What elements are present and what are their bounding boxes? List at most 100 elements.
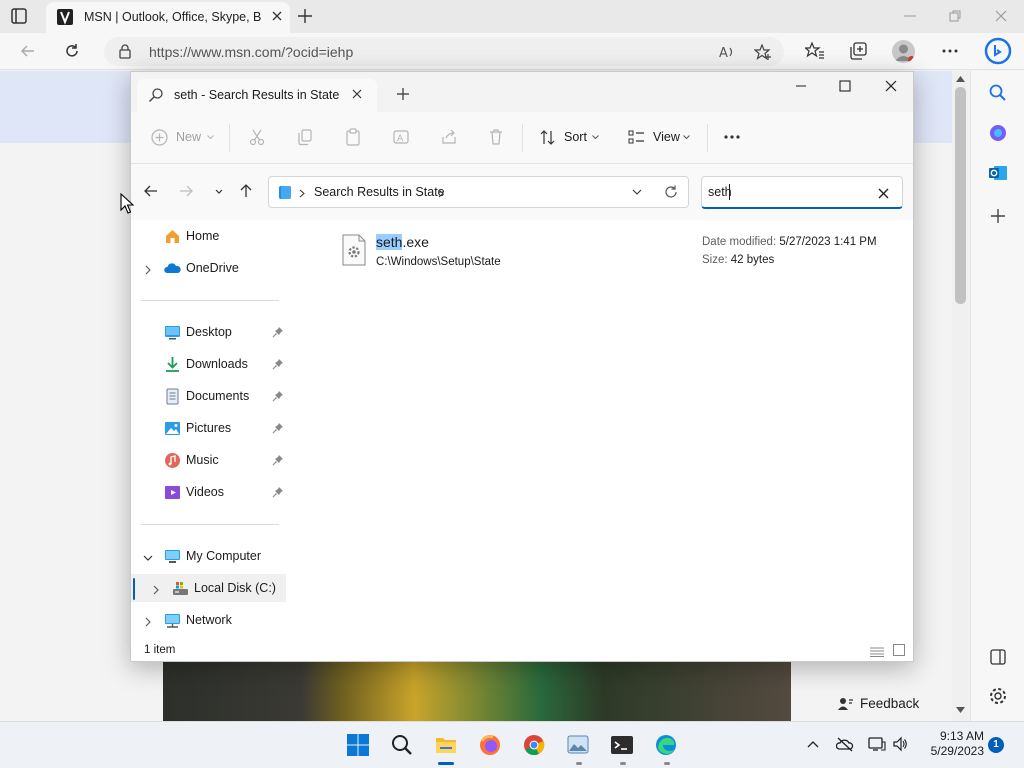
explorer-tab[interactable]: seth - Search Results in State	[137, 79, 377, 112]
url-field[interactable]: https://www.msn.com/?ocid=iehp A	[104, 37, 784, 66]
nav-item-onedrive[interactable]: OneDrive	[131, 254, 291, 282]
search-input[interactable]: seth	[701, 176, 903, 209]
chevron-right-icon[interactable]	[143, 615, 153, 627]
size-value: 42 bytes	[730, 254, 775, 266]
divider	[707, 124, 708, 152]
chevron-up-icon[interactable]	[805, 736, 821, 752]
close-tab-icon[interactable]	[351, 88, 363, 100]
new-tab-icon[interactable]	[296, 7, 314, 25]
close-window-icon[interactable]	[993, 9, 1009, 23]
pin-icon[interactable]	[272, 358, 284, 370]
file-size: Size: 42 bytes	[702, 254, 774, 266]
minimize-icon[interactable]	[902, 9, 918, 23]
page-scrollbar[interactable]	[952, 71, 969, 721]
see-more-icon[interactable]	[722, 128, 742, 148]
volume-icon[interactable]	[892, 736, 908, 752]
read-aloud-icon[interactable]: A	[718, 44, 736, 61]
breadcrumb-chevron-icon[interactable]	[438, 189, 444, 198]
new-button[interactable]: New	[151, 128, 217, 148]
news-image[interactable]	[163, 662, 791, 721]
close-tab-icon[interactable]	[270, 9, 284, 23]
paste-icon[interactable]	[344, 128, 362, 148]
file-name-match: seth	[376, 234, 403, 250]
nav-item-music[interactable]: Music	[131, 446, 291, 474]
copy-icon[interactable]	[296, 128, 314, 148]
refresh-icon[interactable]	[664, 185, 678, 199]
search-icon[interactable]	[988, 83, 1008, 103]
notification-badge[interactable]: 1	[988, 737, 1004, 753]
chrome-icon[interactable]	[522, 733, 546, 757]
chevron-right-icon[interactable]	[151, 583, 161, 595]
pin-icon[interactable]	[272, 390, 284, 402]
nav-item-downloads[interactable]: Downloads	[131, 350, 291, 378]
page-scrollbar-thumb[interactable]	[955, 87, 966, 304]
close-window-icon[interactable]	[884, 79, 898, 93]
pin-icon[interactable]	[272, 326, 284, 338]
nav-item-local-disk[interactable]: Local Disk (C:)	[131, 574, 286, 602]
new-tab-icon[interactable]	[397, 88, 409, 100]
breadcrumb-location[interactable]: Search Results in State	[314, 185, 445, 199]
bing-chat-icon[interactable]	[984, 37, 1012, 65]
copilot-icon[interactable]	[988, 123, 1008, 143]
chevron-right-icon[interactable]	[143, 263, 153, 275]
address-history-chevron-icon[interactable]	[632, 189, 642, 196]
address-field[interactable]: Search Results in State	[268, 176, 689, 208]
favorites-icon[interactable]	[803, 41, 825, 60]
outlook-icon[interactable]	[988, 163, 1008, 183]
firefox-icon[interactable]	[478, 733, 502, 757]
refresh-icon[interactable]	[63, 42, 81, 60]
file-explorer-icon[interactable]	[434, 733, 458, 757]
clear-search-icon[interactable]	[878, 187, 889, 199]
back-arrow-icon[interactable]	[19, 42, 37, 60]
sort-button[interactable]: Sort	[539, 128, 601, 148]
nav-item-home[interactable]: Home	[131, 222, 291, 250]
search-icon[interactable]	[390, 733, 414, 757]
tiles-view-icon[interactable]	[893, 644, 905, 656]
hide-sidebar-icon[interactable]	[988, 647, 1008, 667]
plus-circle-icon	[151, 129, 168, 146]
forward-arrow-icon[interactable]	[178, 183, 194, 199]
restore-icon[interactable]	[947, 9, 963, 23]
pin-icon[interactable]	[272, 454, 284, 466]
view-button[interactable]: View	[628, 128, 694, 148]
cut-icon[interactable]	[248, 128, 266, 148]
add-favorite-icon[interactable]	[753, 43, 772, 60]
sort-icon	[540, 130, 555, 145]
cloud-offline-icon[interactable]	[835, 736, 854, 752]
nav-item-desktop[interactable]: Desktop	[131, 318, 291, 346]
settings-gear-icon[interactable]	[988, 686, 1008, 706]
nav-item-network[interactable]: Network	[131, 606, 291, 634]
collections-icon[interactable]	[849, 42, 869, 60]
up-arrow-icon[interactable]	[238, 183, 254, 199]
terminal-icon[interactable]	[610, 733, 634, 757]
nav-item-pictures[interactable]: Pictures	[131, 414, 291, 442]
scroll-up-icon[interactable]	[956, 76, 965, 82]
rename-icon[interactable]: A	[392, 128, 410, 148]
chevron-down-icon[interactable]	[143, 551, 153, 561]
maximize-icon[interactable]	[838, 79, 852, 93]
tab-actions-icon[interactable]	[10, 7, 30, 25]
profile-avatar[interactable]	[892, 40, 915, 63]
back-arrow-icon[interactable]	[143, 183, 159, 199]
details-view-icon[interactable]	[870, 645, 884, 657]
system-clock[interactable]: 9:13 AM 5/29/2023	[914, 729, 984, 759]
more-options-icon[interactable]	[940, 42, 960, 60]
pin-icon[interactable]	[272, 486, 284, 498]
nav-item-videos[interactable]: Videos	[131, 478, 291, 506]
feedback-button[interactable]: Feedback	[826, 690, 926, 718]
share-icon[interactable]	[440, 128, 458, 148]
browser-tab-msn[interactable]: MSN | Outlook, Office, Skype, Bing	[46, 2, 290, 33]
start-windows-icon[interactable]	[346, 733, 370, 757]
image-viewer-icon[interactable]	[566, 733, 590, 757]
minimize-icon[interactable]	[794, 79, 808, 93]
add-sidebar-app-icon[interactable]	[988, 206, 1008, 226]
delete-icon[interactable]	[487, 128, 505, 148]
nav-item-documents[interactable]: Documents	[131, 382, 291, 410]
edge-icon[interactable]	[654, 733, 678, 757]
scroll-down-icon[interactable]	[956, 707, 965, 713]
nav-item-my-computer[interactable]: My Computer	[131, 542, 291, 570]
recent-locations-chevron-icon[interactable]	[211, 183, 227, 199]
network-status-icon[interactable]	[868, 736, 886, 752]
list-item[interactable]: seth.exe C:\Windows\Setup\State Date mod…	[341, 232, 901, 274]
pin-icon[interactable]	[272, 422, 284, 434]
